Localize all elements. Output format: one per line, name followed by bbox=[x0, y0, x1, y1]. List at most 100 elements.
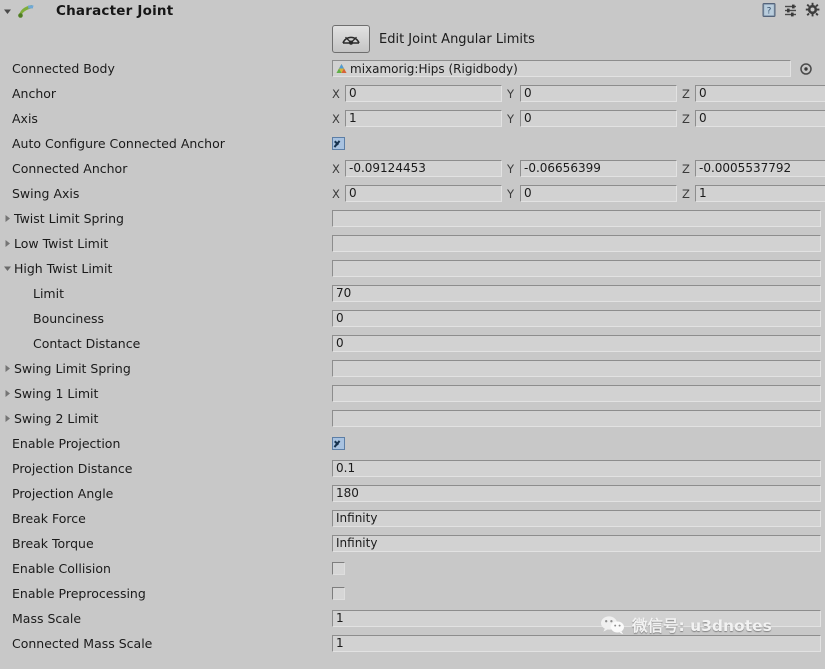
checkbox-enable-projection[interactable] bbox=[332, 437, 345, 450]
property-row-anchor: Anchor X 0 Y 0 Z 0 bbox=[0, 81, 825, 106]
vector-component-z: Z -0.0005537792 bbox=[682, 160, 825, 177]
character-joint-icon bbox=[16, 2, 38, 20]
checkbox-enable-preprocessing[interactable] bbox=[332, 587, 345, 600]
field-area-break-torque: Infinity bbox=[332, 531, 825, 556]
object-field-connected-body[interactable]: mixamorig:Hips (Rigidbody) bbox=[332, 60, 791, 77]
field-area-projection-distance: 0.1 bbox=[332, 456, 825, 481]
property-row-enable-collision: Enable Collision bbox=[0, 556, 825, 581]
anchor-y-input[interactable]: 0 bbox=[520, 85, 677, 102]
foldout-arrow-high-twist-limit[interactable] bbox=[1, 264, 14, 273]
property-label-enable-collision: Enable Collision bbox=[0, 556, 332, 581]
axis-x-input[interactable]: 1 bbox=[345, 110, 502, 127]
high-twist-limit-input[interactable] bbox=[332, 260, 821, 277]
foldout-swing-1-limit[interactable]: Swing 1 Limit bbox=[0, 381, 332, 406]
property-row-swing-limit-spring: Swing Limit Spring bbox=[0, 356, 825, 381]
component-header[interactable]: Character Joint ? bbox=[0, 0, 825, 22]
swing-limit-spring-input[interactable] bbox=[332, 360, 821, 377]
vector-component-z: Z1 bbox=[682, 185, 825, 202]
property-label-anchor: Anchor bbox=[0, 81, 332, 106]
foldout-low-twist-limit[interactable]: Low Twist Limit bbox=[0, 231, 332, 256]
component-foldout-arrow[interactable] bbox=[1, 0, 14, 22]
high-twist-limit-limit-input[interactable]: 70 bbox=[332, 285, 821, 302]
preset-icon[interactable] bbox=[783, 2, 799, 18]
property-label: High Twist Limit bbox=[14, 261, 113, 276]
swing-axis-y-input[interactable]: 0 bbox=[520, 185, 677, 202]
connected-mass-scale-input[interactable]: 1 bbox=[332, 635, 821, 652]
checkbox-enable-collision[interactable] bbox=[332, 562, 345, 575]
field-area-high-twist-limit-bounciness: 0 bbox=[332, 306, 825, 331]
foldout-arrow-swing-2-limit[interactable] bbox=[1, 414, 14, 423]
vector-axis-label: Z bbox=[682, 161, 690, 176]
axis-y-input[interactable]: 0 bbox=[520, 110, 677, 127]
swing-2-limit-input[interactable] bbox=[332, 410, 821, 427]
property-label: Swing Axis bbox=[12, 186, 80, 201]
field-area-connected-mass-scale: 1 bbox=[332, 631, 825, 656]
vector-component-y: Y -0.06656399 bbox=[507, 160, 677, 177]
anchor-x-input[interactable]: 0 bbox=[345, 85, 502, 102]
foldout-arrow-twist-limit-spring[interactable] bbox=[1, 214, 14, 223]
help-icon[interactable]: ? bbox=[761, 2, 777, 18]
property-rows: Connected Body mixamorig:Hips (Rigidbody)… bbox=[0, 56, 825, 656]
projection-distance-input[interactable]: 0.1 bbox=[332, 460, 821, 477]
property-label: Axis bbox=[12, 111, 38, 126]
break-torque-input[interactable]: Infinity bbox=[332, 535, 821, 552]
vector-axis-label: Y bbox=[507, 186, 515, 201]
vector-component-y: Y0 bbox=[507, 185, 677, 202]
joint-angular-limits-icon bbox=[340, 28, 362, 51]
field-area-swing-limit-spring bbox=[332, 356, 825, 381]
axis-z-input[interactable]: 0 bbox=[695, 110, 825, 127]
property-label-mass-scale: Mass Scale bbox=[0, 606, 332, 631]
property-label: Break Force bbox=[12, 511, 86, 526]
low-twist-limit-input[interactable] bbox=[332, 235, 821, 252]
property-label: Projection Angle bbox=[12, 486, 114, 501]
connected-anchor-x-input[interactable]: -0.09124453 bbox=[345, 160, 502, 177]
property-label: Bounciness bbox=[33, 311, 105, 326]
swing-axis-z-input[interactable]: 1 bbox=[695, 185, 825, 202]
swing-1-limit-input[interactable] bbox=[332, 385, 821, 402]
twist-limit-spring-input[interactable] bbox=[332, 210, 821, 227]
property-label: Enable Projection bbox=[12, 436, 121, 451]
property-label: Swing Limit Spring bbox=[14, 361, 131, 376]
vector-axis-label: Y bbox=[507, 86, 515, 101]
high-twist-limit-bounciness-input[interactable]: 0 bbox=[332, 310, 821, 327]
foldout-twist-limit-spring[interactable]: Twist Limit Spring bbox=[0, 206, 332, 231]
foldout-arrow-swing-1-limit[interactable] bbox=[1, 389, 14, 398]
property-label: Anchor bbox=[12, 86, 57, 101]
property-row-projection-distance: Projection Distance 0.1 bbox=[0, 456, 825, 481]
high-twist-limit-contact-distance-input[interactable]: 0 bbox=[332, 335, 821, 352]
vector-component-x: X -0.09124453 bbox=[332, 160, 502, 177]
break-force-input[interactable]: Infinity bbox=[332, 510, 821, 527]
field-area-high-twist-limit bbox=[332, 256, 825, 281]
swing-axis-x-input[interactable]: 0 bbox=[345, 185, 502, 202]
property-label-connected-anchor: Connected Anchor bbox=[0, 156, 332, 181]
property-label: Connected Body bbox=[12, 61, 115, 76]
vector-component-x: X1 bbox=[332, 110, 502, 127]
gear-icon[interactable] bbox=[805, 2, 821, 18]
foldout-arrow-swing-limit-spring[interactable] bbox=[1, 364, 14, 373]
foldout-high-twist-limit[interactable]: High Twist Limit bbox=[0, 256, 332, 281]
property-row-high-twist-limit-bounciness: Bounciness 0 bbox=[0, 306, 825, 331]
property-row-break-force: Break Force Infinity bbox=[0, 506, 825, 531]
vector-component-z: Z0 bbox=[682, 110, 825, 127]
property-label-auto-configure-connected-anchor: Auto Configure Connected Anchor bbox=[0, 131, 332, 156]
property-label-break-torque: Break Torque bbox=[0, 531, 332, 556]
edit-joint-angular-limits-button[interactable] bbox=[332, 25, 370, 53]
vector-axis-label: X bbox=[332, 111, 340, 126]
vector-axis-label: X bbox=[332, 161, 340, 176]
connected-anchor-z-input[interactable]: -0.0005537792 bbox=[695, 160, 825, 177]
object-picker-icon[interactable] bbox=[799, 62, 813, 76]
property-label-connected-mass-scale: Connected Mass Scale bbox=[0, 631, 332, 656]
anchor-z-input[interactable]: 0 bbox=[695, 85, 825, 102]
field-area-anchor: X0Y0Z0 bbox=[332, 81, 825, 106]
vector-axis-label: X bbox=[332, 86, 340, 101]
connected-anchor-y-input[interactable]: -0.06656399 bbox=[520, 160, 677, 177]
mass-scale-input[interactable]: 1 bbox=[332, 610, 821, 627]
foldout-arrow-low-twist-limit[interactable] bbox=[1, 239, 14, 248]
foldout-swing-2-limit[interactable]: Swing 2 Limit bbox=[0, 406, 332, 431]
property-row-enable-preprocessing: Enable Preprocessing bbox=[0, 581, 825, 606]
checkbox-auto-configure-connected-anchor[interactable] bbox=[332, 137, 345, 150]
property-label: Low Twist Limit bbox=[14, 236, 109, 251]
property-label: Break Torque bbox=[12, 536, 94, 551]
projection-angle-input[interactable]: 180 bbox=[332, 485, 821, 502]
foldout-swing-limit-spring[interactable]: Swing Limit Spring bbox=[0, 356, 332, 381]
